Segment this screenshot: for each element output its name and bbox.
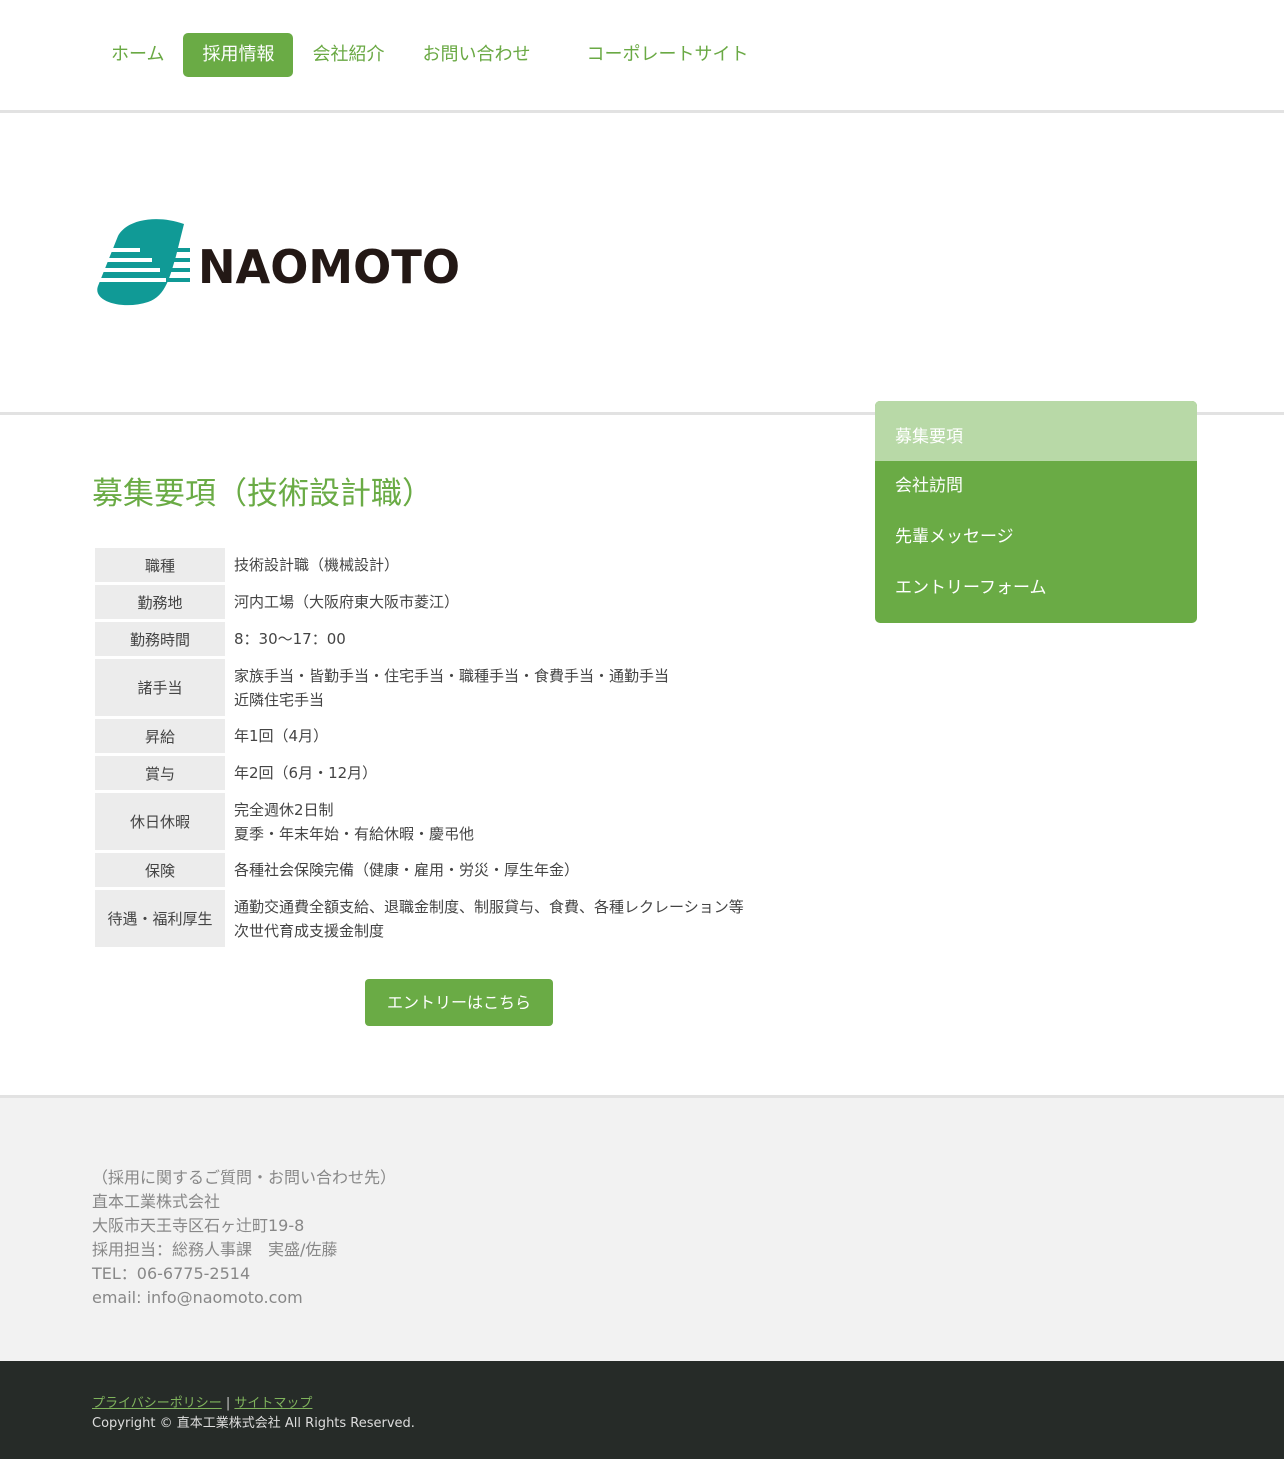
contact-address: 大阪市天王寺区石ヶ辻町19-8 — [92, 1216, 305, 1235]
page-title: 募集要項（技術設計職） — [92, 476, 433, 512]
side-item-entry-form[interactable]: エントリーフォーム — [875, 563, 1197, 614]
privacy-policy-link[interactable]: プライバシーポリシー — [92, 1396, 222, 1411]
table-row: 勤務地 河内工場（大阪府東大阪市菱江） — [95, 585, 744, 619]
side-menu: 募集要項 会社訪問 先輩メッセージ エントリーフォーム — [875, 401, 1197, 623]
table-row: 賞与 年2回（6月・12月） — [95, 756, 744, 790]
row-label: 保険 — [95, 853, 225, 887]
row-label: 休日休暇 — [95, 793, 225, 850]
logo-text: NAOMOTO — [198, 240, 460, 294]
bottom-bar: プライバシーポリシー | サイトマップ Copyright © 直本工業株式会社… — [0, 1361, 1284, 1459]
company-logo[interactable]: NAOMOTO — [96, 216, 462, 308]
side-item-company-visit[interactable]: 会社訪問 — [875, 461, 1197, 512]
table-row: 職種 技術設計職（機械設計） — [95, 548, 744, 582]
footer-links: プライバシーポリシー | サイトマップ — [92, 1392, 312, 1411]
side-item-requirements[interactable]: 募集要項 — [875, 401, 1197, 461]
entry-button[interactable]: エントリーはこちら — [365, 979, 553, 1026]
table-row: 待遇・福利厚生 通勤交通費全額支給、退職金制度、制服貸与、食費、各種レクレーショ… — [95, 890, 744, 947]
table-row: 保険 各種社会保険完備（健康・雇用・労災・厚生年金） — [95, 853, 744, 887]
row-value: 技術設計職（機械設計） — [234, 556, 400, 574]
row-value: 通勤交通費全額支給、退職金制度、制服貸与、食費、各種レクレーション等 次世代育成… — [234, 897, 744, 940]
top-navigation: ホーム 採用情報 会社紹介 お問い合わせ コーポレートサイト — [0, 0, 1284, 113]
copyright: Copyright © 直本工業株式会社 All Rights Reserved… — [92, 1416, 415, 1431]
nav-home[interactable]: ホーム — [92, 33, 183, 77]
row-value: 各種社会保険完備（健康・雇用・労災・厚生年金） — [234, 861, 580, 879]
contact-heading: （採用に関するご質問・お問い合わせ先） — [92, 1168, 397, 1187]
contact-phone: TEL：06-6775-2514 — [92, 1264, 251, 1283]
row-label: 待遇・福利厚生 — [95, 890, 225, 947]
nav-items: ホーム 採用情報 会社紹介 お問い合わせ コーポレートサイト — [92, 33, 767, 77]
row-label: 賞与 — [95, 756, 225, 790]
row-label: 昇給 — [95, 719, 225, 753]
contact-company: 直本工業株式会社 — [92, 1192, 221, 1211]
nav-corporate-site[interactable]: コーポレートサイト — [567, 33, 767, 77]
row-value: 家族手当・皆勤手当・住宅手当・職種手当・食費手当・通勤手当 近隣住宅手当 — [234, 666, 670, 709]
row-label: 勤務地 — [95, 585, 225, 619]
sitemap-link[interactable]: サイトマップ — [234, 1396, 312, 1411]
nav-contact[interactable]: お問い合わせ — [403, 33, 549, 77]
contact-email: email: info@naomoto.com — [92, 1288, 303, 1307]
row-value: 完全週休2日制 夏季・年末年始・有給休暇・慶弔他 — [234, 800, 475, 843]
contact-info: （採用に関するご質問・お問い合わせ先） 直本工業株式会社 大阪市天王寺区石ヶ辻町… — [92, 1166, 396, 1310]
requirements-table: 職種 技術設計職（機械設計） 勤務地 河内工場（大阪府東大阪市菱江） 勤務時間 … — [92, 545, 747, 950]
contact-person: 採用担当：総務人事課 実盛/佐藤 — [92, 1240, 338, 1259]
row-value: 年2回（6月・12月） — [234, 764, 378, 782]
nav-recruit[interactable]: 採用情報 — [183, 33, 294, 77]
logo-mark-icon — [96, 219, 192, 306]
table-row: 休日休暇 完全週休2日制 夏季・年末年始・有給休暇・慶弔他 — [95, 793, 744, 850]
side-item-senior-messages[interactable]: 先輩メッセージ — [875, 512, 1197, 563]
row-value: 8：30〜17：00 — [234, 630, 346, 648]
row-value: 河内工場（大阪府東大阪市菱江） — [234, 593, 460, 611]
row-label: 職種 — [95, 548, 225, 582]
contact-section: （採用に関するご質問・お問い合わせ先） 直本工業株式会社 大阪市天王寺区石ヶ辻町… — [0, 1095, 1284, 1364]
footer-separator: | — [225, 1396, 231, 1411]
row-value: 年1回（4月） — [234, 727, 329, 745]
table-row: 昇給 年1回（4月） — [95, 719, 744, 753]
table-row: 諸手当 家族手当・皆勤手当・住宅手当・職種手当・食費手当・通勤手当 近隣住宅手当 — [95, 659, 744, 716]
nav-company[interactable]: 会社紹介 — [293, 33, 403, 77]
row-label: 諸手当 — [95, 659, 225, 716]
table-row: 勤務時間 8：30〜17：00 — [95, 622, 744, 656]
row-label: 勤務時間 — [95, 622, 225, 656]
